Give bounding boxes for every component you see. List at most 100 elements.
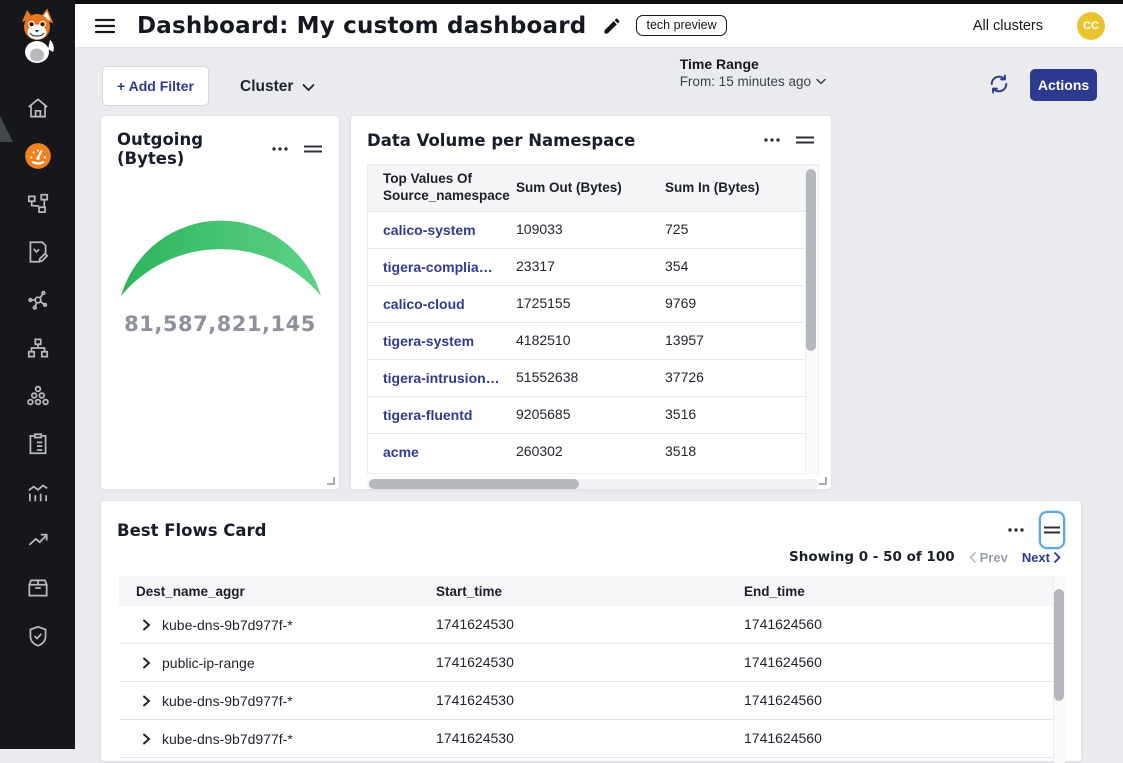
horizontal-scrollbar-track bbox=[367, 479, 819, 489]
flows-table: Dest_name_aggr Start_time End_time kube-… bbox=[119, 576, 1054, 758]
table-row: tigera-fluentd 9205685 3516 bbox=[368, 396, 818, 433]
user-avatar[interactable]: CC bbox=[1077, 12, 1105, 40]
all-clusters-selector[interactable]: All clusters bbox=[973, 18, 1043, 34]
sidebar-item-security[interactable] bbox=[0, 612, 75, 660]
bar-line-chart-icon bbox=[25, 479, 51, 505]
column-header-namespace: Top Values Of Source_namespace bbox=[368, 171, 502, 205]
row-expander-chevron-icon[interactable] bbox=[139, 732, 153, 746]
sidebar-nav bbox=[0, 0, 75, 749]
more-options-icon[interactable] bbox=[1006, 520, 1026, 540]
namespace-table-header: Top Values Of Source_namespace Sum Out (… bbox=[368, 165, 818, 211]
more-options-icon[interactable] bbox=[762, 130, 782, 150]
outgoing-bytes-card: Outgoing (Bytes) 81,587,821,145 bbox=[100, 115, 340, 490]
table-row[interactable]: kube-dns-9b7d977f-* 1741624530 174162456… bbox=[119, 720, 1054, 758]
more-options-icon[interactable] bbox=[270, 139, 290, 159]
vertical-scrollbar-thumb[interactable] bbox=[806, 169, 816, 351]
chevron-left-icon bbox=[969, 552, 976, 563]
sidebar-item-workloads[interactable] bbox=[0, 372, 75, 420]
sidebar-item-dashboards[interactable] bbox=[0, 132, 75, 180]
calico-cat-logo bbox=[14, 8, 60, 64]
service-graph-icon bbox=[25, 191, 51, 217]
clipboard-icon bbox=[25, 431, 51, 457]
namespace-link[interactable]: calico-system bbox=[383, 222, 501, 238]
table-row: tigera-compliance 23317 354 bbox=[368, 248, 818, 285]
namespace-link[interactable]: acme bbox=[383, 444, 501, 460]
namespace-link[interactable]: tigera-system bbox=[383, 333, 501, 349]
card-resize-handle[interactable] bbox=[819, 477, 827, 485]
table-row: tigera-system 4182510 13957 bbox=[368, 322, 818, 359]
card-title: Data Volume per Namespace bbox=[367, 131, 762, 150]
table-row: tigera-intrusion-d… 51552638 37726 bbox=[368, 359, 818, 396]
column-header-end: End_time bbox=[744, 584, 1054, 599]
row-expander-chevron-icon[interactable] bbox=[139, 618, 153, 632]
cluster-dropdown[interactable]: Cluster bbox=[240, 72, 315, 102]
horizontal-scrollbar-thumb[interactable] bbox=[369, 479, 579, 489]
gauge-value: 81,587,821,145 bbox=[101, 312, 339, 336]
namespace-link[interactable]: tigera-fluentd bbox=[383, 407, 501, 423]
column-header-start: Start_time bbox=[436, 584, 744, 599]
document-edit-icon bbox=[25, 239, 51, 265]
edit-pencil-icon[interactable] bbox=[602, 16, 622, 36]
table-row[interactable]: public-ip-range 1741624530 1741624560 bbox=[119, 644, 1054, 682]
pagination-status: Showing 0 - 50 of 100 bbox=[789, 549, 955, 565]
namespace-table: Top Values Of Source_namespace Sum Out (… bbox=[367, 164, 819, 474]
add-filter-button[interactable]: + Add Filter bbox=[102, 66, 209, 106]
sidebar-item-statistics[interactable] bbox=[0, 468, 75, 516]
chevron-right-icon bbox=[1054, 552, 1061, 563]
data-volume-card: Data Volume per Namespace Top Values Of … bbox=[350, 115, 832, 490]
page-title: Dashboard: My custom dashboard bbox=[137, 13, 586, 39]
vertical-scrollbar-thumb[interactable] bbox=[1054, 589, 1064, 701]
actions-button[interactable]: Actions bbox=[1030, 69, 1097, 101]
row-expander-chevron-icon[interactable] bbox=[139, 694, 153, 708]
sidebar-item-policies[interactable] bbox=[0, 228, 75, 276]
package-box-icon bbox=[25, 575, 51, 601]
column-header-sum-out: Sum Out (Bytes) bbox=[502, 180, 653, 197]
sidebar-icon-list bbox=[0, 84, 75, 660]
time-range-label: Time Range bbox=[680, 56, 826, 72]
app-header: Dashboard: My custom dashboard tech prev… bbox=[75, 4, 1123, 48]
card-title: Best Flows Card bbox=[117, 521, 1006, 540]
refresh-icon[interactable] bbox=[987, 72, 1011, 96]
table-row[interactable]: kube-dns-9b7d977f-* 1741624530 174162456… bbox=[119, 682, 1054, 720]
table-row: calico-cloud 1725155 9769 bbox=[368, 285, 818, 322]
namespace-link[interactable]: calico-cloud bbox=[383, 296, 501, 312]
namespace-link[interactable]: tigera-intrusion-d… bbox=[383, 370, 501, 386]
sitemap-icon bbox=[25, 335, 51, 361]
sidebar-item-home[interactable] bbox=[0, 84, 75, 132]
cluster-circles-icon bbox=[25, 383, 51, 409]
table-row: acme 260302 3518 bbox=[368, 433, 818, 470]
chevron-down-icon bbox=[816, 78, 826, 85]
column-header-dest: Dest_name_aggr bbox=[119, 584, 436, 599]
row-expander-chevron-icon[interactable] bbox=[139, 656, 153, 670]
table-row[interactable]: kube-dns-9b7d977f-* 1741624530 174162456… bbox=[119, 606, 1054, 644]
prev-page-button[interactable]: Prev bbox=[969, 550, 1008, 565]
best-flows-card: Best Flows Card Showing 0 - 50 of 100 Pr… bbox=[100, 500, 1082, 762]
trend-arrow-icon bbox=[25, 527, 51, 553]
shield-check-icon bbox=[25, 623, 51, 649]
hamburger-menu-icon[interactable] bbox=[93, 14, 117, 38]
drag-handle-focused[interactable] bbox=[1039, 511, 1065, 549]
tech-preview-badge: tech preview bbox=[636, 15, 726, 36]
chevron-down-icon bbox=[302, 83, 315, 92]
sidebar-item-image-assurance[interactable] bbox=[0, 564, 75, 612]
home-icon bbox=[25, 95, 51, 121]
network-nodes-icon bbox=[25, 287, 51, 313]
sidebar-item-endpoints[interactable] bbox=[0, 324, 75, 372]
card-resize-handle[interactable] bbox=[327, 477, 335, 485]
table-row: calico-system 109033 725 bbox=[368, 211, 818, 248]
column-header-sum-in: Sum In (Bytes) bbox=[653, 180, 818, 197]
sidebar-item-service-graph[interactable] bbox=[0, 180, 75, 228]
filter-toolbar: + Add Filter Cluster Time Range From: 15… bbox=[75, 48, 1123, 114]
dashboard-gauge-icon-active bbox=[24, 142, 52, 170]
pagination: Showing 0 - 50 of 100 Prev Next bbox=[789, 549, 1061, 565]
sidebar-item-trends[interactable] bbox=[0, 516, 75, 564]
sidebar-item-flow-visualizations[interactable] bbox=[0, 276, 75, 324]
time-range-selector[interactable]: From: 15 minutes ago bbox=[680, 74, 826, 89]
cluster-dropdown-label: Cluster bbox=[240, 78, 293, 96]
drag-handle-icon[interactable] bbox=[303, 139, 323, 159]
sidebar-item-compliance[interactable] bbox=[0, 420, 75, 468]
namespace-link[interactable]: tigera-compliance bbox=[383, 259, 501, 275]
drag-handle-icon[interactable] bbox=[795, 130, 815, 150]
time-range-block: Time Range From: 15 minutes ago bbox=[680, 56, 826, 89]
next-page-button[interactable]: Next bbox=[1022, 550, 1061, 565]
